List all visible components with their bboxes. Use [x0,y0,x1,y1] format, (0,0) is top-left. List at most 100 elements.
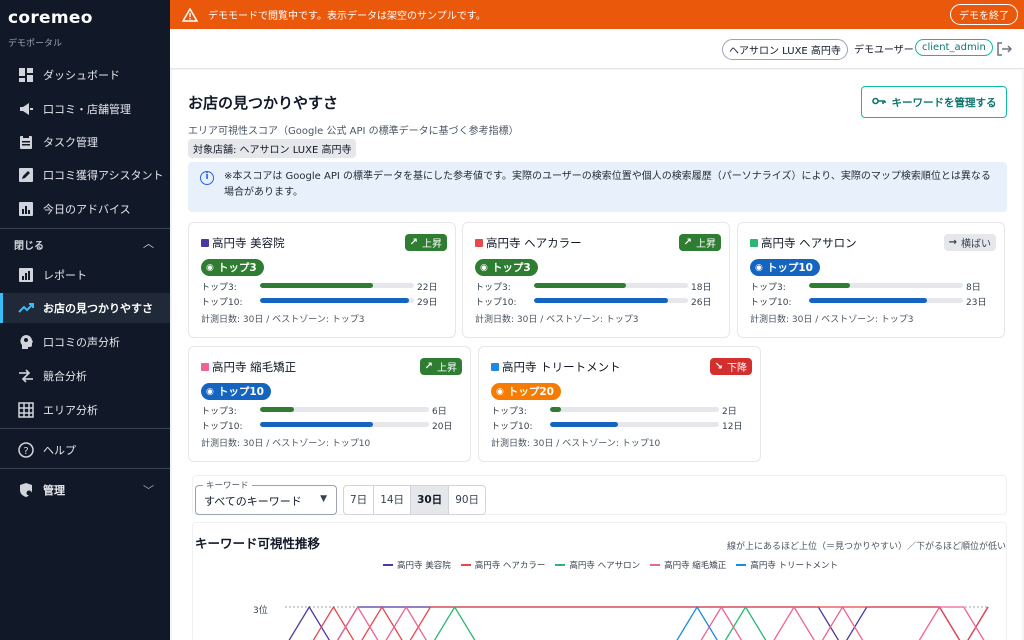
period-30d[interactable]: 30日 [411,486,450,514]
keyword-select-value: すべてのキーワード [204,495,302,508]
top10-bar-fill [260,298,409,303]
sidebar-item-competitors[interactable]: 競合分析 [0,361,170,391]
shield-gear-icon [17,481,35,499]
series-swatch [491,363,499,371]
page-subtitle: エリア可視性スコア（Google 公式 API の標準データに基づく参考指標） [188,126,519,137]
zone-badge: ◉ トップ3 [475,259,538,276]
series-swatch [750,239,758,247]
card-footer: 計測日数: 30日 / ベストゾーン: トップ3 [750,315,914,325]
period-90d[interactable]: 90日 [449,486,485,514]
sidebar-item-report[interactable]: レポート [0,260,170,290]
trend-badge: → 横ばい [943,234,996,251]
sidebar: coremeo デモポータル ダッシュボード 口コミ・店舗管理 タスク管理 口コ… [0,0,170,640]
info-icon: i [200,171,214,185]
series-line [676,605,718,640]
period-14d[interactable]: 14日 [374,486,412,514]
trending-up-icon: ↗ [424,361,433,372]
keyword-name: 高円寺 ヘアサロン [761,236,857,250]
zone-label: トップ10 [766,262,813,274]
eye-icon: ◉ [206,262,214,273]
chevron-up-icon[interactable]: ︿ [143,235,154,251]
manage-keywords-label: キーワードを管理する [891,96,997,109]
dashboard-icon [17,66,35,84]
bar-chart-icon [17,200,35,218]
top3-bar [260,407,429,412]
top10-bar-fill [260,422,373,427]
sidebar-item-tasks[interactable]: タスク管理 [0,127,170,157]
sidebar-item-visibility[interactable]: お店の見つかりやすさ [0,293,170,323]
top10-bar [534,298,688,303]
trend-label: 横ばい [961,239,991,250]
end-demo-button[interactable]: デモを終了 [950,4,1018,25]
chevron-down-icon: ﹀ [143,484,154,497]
top3-label: トップ3: [491,407,527,417]
trend-badge: ↗ 上昇 [419,358,462,375]
top3-label: トップ3: [475,283,511,293]
help-icon: ? [17,441,35,459]
sidebar-item-dashboard[interactable]: ダッシュボード [0,60,170,90]
role-chip: client_admin [915,39,993,56]
sidebar-item-label: 口コミ獲得アシスタント [43,169,164,182]
top3-label: トップ3: [750,283,786,293]
top10-label: トップ10: [491,422,533,432]
zone-badge: ◉ トップ3 [201,259,264,276]
sidebar-item-voice[interactable]: 口コミの声分析 [0,327,170,357]
keyword-name: 高円寺 美容院 [212,236,285,250]
clipboard-icon [17,133,35,151]
period-toggle: 7日 14日 30日 90日 [343,485,487,515]
sidebar-item-advice[interactable]: 今日のアドバイス [0,194,170,224]
period-7d[interactable]: 7日 [344,486,375,514]
top3-days: 2日 [722,407,737,417]
sidebar-item-area[interactable]: エリア分析 [0,395,170,425]
dropdown-arrow-icon: ▼ [320,494,327,504]
top10-days: 12日 [722,422,743,432]
compare-icon [17,367,35,385]
top10-bar-fill [534,298,668,303]
series-swatch [201,239,209,247]
edit-icon [17,166,35,184]
keyword-name: 高円寺 トリートメント [502,360,621,374]
sidebar-item-help[interactable]: ? ヘルプ [0,435,170,465]
zone-badge: ◉ トップ20 [491,383,561,400]
keyword-card: 高円寺 縮毛矯正 ↗ 上昇 ◉ トップ10 トップ3: 6日 トップ10: 20… [188,346,471,462]
sidebar-section-collapse[interactable]: 閉じる [14,237,44,252]
sidebar-item-label: ヘルプ [43,444,76,457]
logout-icon[interactable] [996,41,1013,57]
manage-keywords-button[interactable]: キーワードを管理する [861,86,1007,118]
keyword-name: 高円寺 ヘアカラー [486,236,582,250]
sidebar-item-label: 口コミ・店舗管理 [43,103,131,116]
top3-days: 8日 [966,283,981,293]
sidebar-divider [0,468,170,469]
eye-icon: ◉ [496,386,504,397]
sidebar-item-label: お店の見つかりやすさ [43,302,153,315]
trending-up-icon [17,299,35,317]
main-content: お店の見つかりやすさ キーワードを管理する エリア可視性スコア（Google 公… [172,70,1022,640]
sidebar-item-assistant[interactable]: 口コミ獲得アシスタント [0,160,170,190]
info-alert: i ※本スコアは Google API の標準データを基にした参考値です。実際の… [188,162,1007,212]
top10-bar [260,298,414,303]
trending-up-icon: ↗ [683,237,692,248]
zone-label: トップ10 [217,386,264,398]
trending-down-icon: ↘ [714,361,723,372]
sidebar-item-reviews[interactable]: 口コミ・店舗管理 [0,94,170,124]
keyword-card: 高円寺 トリートメント ↘ 下降 ◉ トップ20 トップ3: 2日 トップ10:… [478,346,761,462]
top10-bar [550,422,719,427]
series-line [288,605,989,640]
top10-label: トップ10: [201,298,243,308]
megaphone-icon [17,100,35,118]
series-line [312,605,989,640]
sidebar-item-admin[interactable]: 管理 ﹀ [0,475,170,505]
keyword-select-label: キーワード [203,479,252,491]
target-store-chip: 対象店舗: ヘアサロン LUXE 高円寺 [188,139,357,158]
trend-badge: ↗ 上昇 [678,234,721,251]
grid-icon [17,401,35,419]
top3-bar [260,283,414,288]
brand-logo[interactable]: coremeo [8,8,93,28]
sidebar-divider [0,428,170,429]
store-selector-chip[interactable]: ヘアサロン LUXE 高円寺 [722,39,848,60]
sidebar-item-label: 管理 [43,484,65,497]
sidebar-item-label: 競合分析 [43,370,87,383]
top10-label: トップ10: [750,298,792,308]
top3-bar [534,283,688,288]
svg-text:?: ? [23,446,28,457]
